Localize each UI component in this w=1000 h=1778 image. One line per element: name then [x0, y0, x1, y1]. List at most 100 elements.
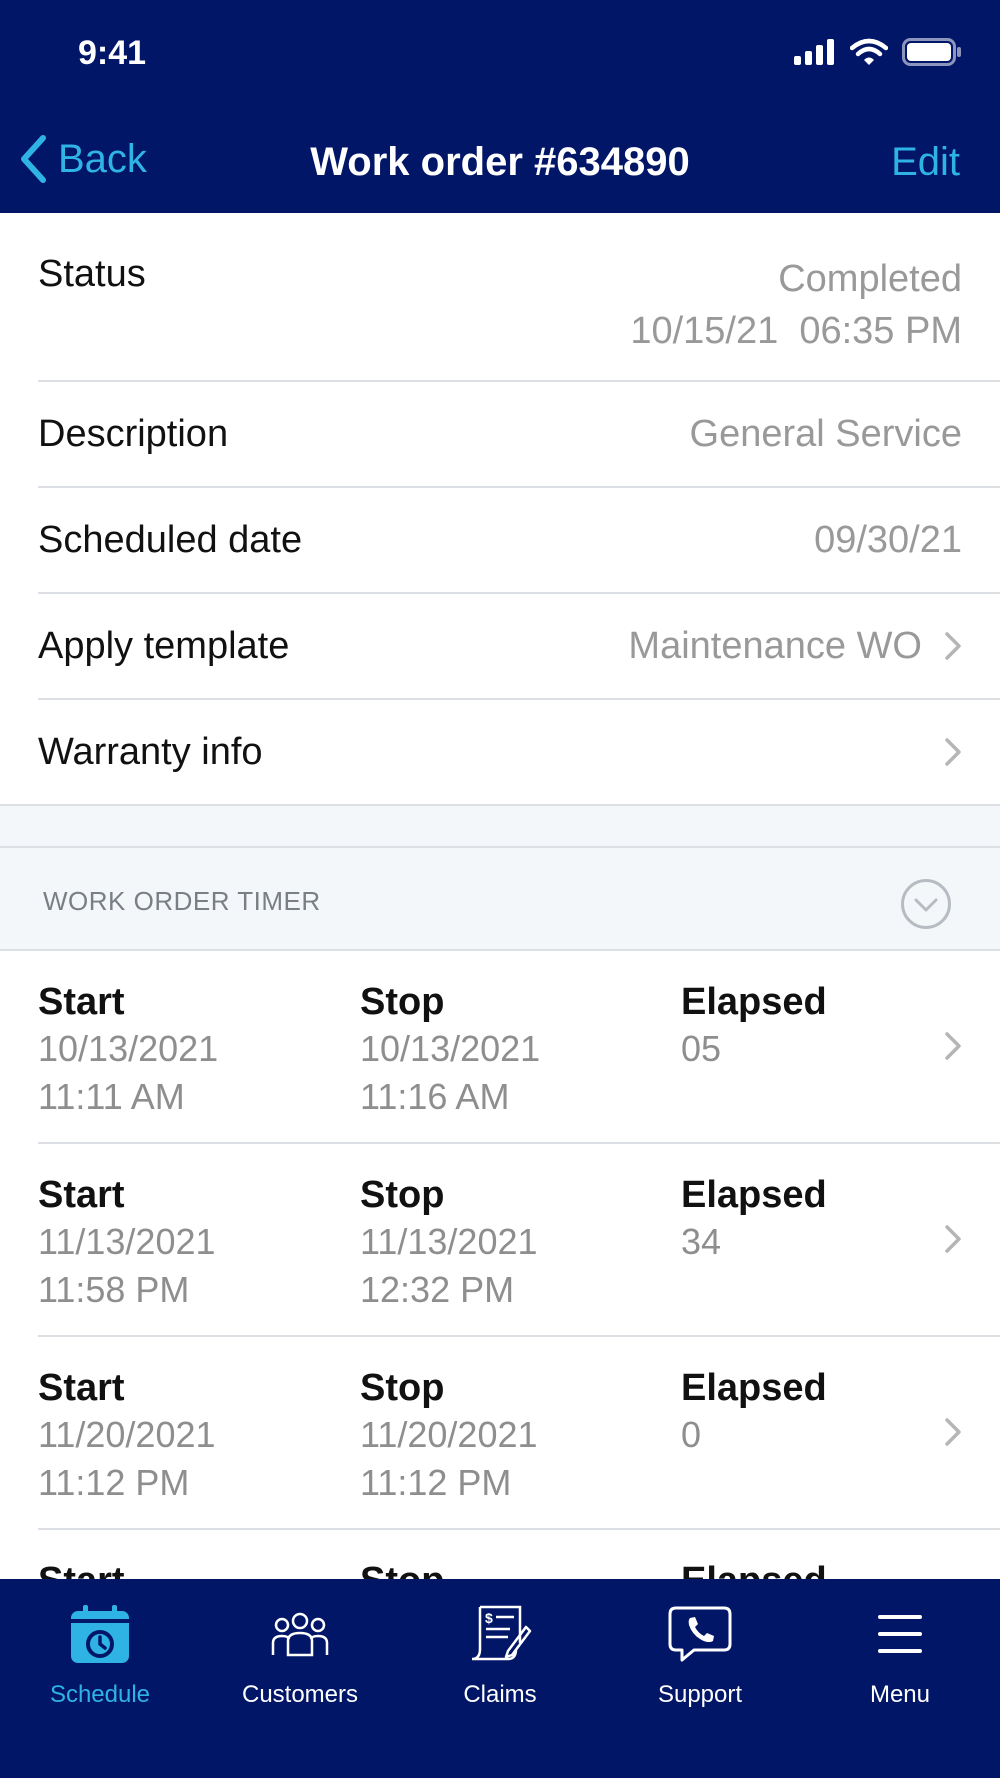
elapsed-heading: Elapsed [681, 1558, 827, 1579]
start-time: 11:11 AM [38, 1076, 185, 1117]
stop-time: 11:16 AM [360, 1076, 510, 1117]
apply-template-value-group: Maintenance WO [628, 625, 962, 668]
apply-template-value: Maintenance WO [628, 624, 922, 667]
scheduled-date-row: Scheduled date 09/30/21 [38, 488, 1000, 594]
stop-heading: Stop [360, 1367, 445, 1409]
stop-date: 10/13/2021 [360, 1028, 541, 1069]
hamburger-menu-icon [800, 1599, 1000, 1669]
people-icon [200, 1599, 400, 1669]
start-heading: Start [38, 1558, 125, 1579]
tab-label: Schedule [49, 1681, 151, 1708]
bottom-tab-bar: Schedule Customers $ Claims Support Menu [0, 1579, 1000, 1778]
warranty-info-row[interactable]: Warranty info [0, 700, 1000, 806]
stop-time: 12:32 PM [360, 1269, 515, 1310]
start-column: Start 10/13/2021 11:11 AM [38, 979, 218, 1121]
timer-entry[interactable]: Start Stop Elapsed [38, 1530, 1000, 1579]
stop-time: 11:12 PM [360, 1462, 512, 1503]
apply-template-label: Apply template [38, 624, 290, 667]
warranty-info-label: Warranty info [38, 730, 263, 773]
work-order-details: Status Completed 10/15/21 06:35 PM Descr… [0, 213, 1000, 806]
stop-date: 11/13/2021 [360, 1221, 538, 1262]
tab-label: Menu [869, 1681, 931, 1708]
stop-column: Stop 11/20/2021 11:12 PM [360, 1365, 538, 1507]
edit-button[interactable]: Edit [891, 140, 960, 185]
elapsed-column: Elapsed 34 [681, 1172, 827, 1266]
stop-date: 11/20/2021 [360, 1414, 538, 1455]
elapsed-value: 05 [681, 1028, 722, 1069]
signal-icon [794, 39, 834, 65]
scheduled-date-label: Scheduled date [38, 518, 303, 561]
start-heading: Start [38, 981, 125, 1023]
elapsed-value: 0 [681, 1414, 702, 1455]
elapsed-column: Elapsed 0 [681, 1365, 827, 1459]
stop-heading: Stop [360, 1174, 445, 1216]
tab-label: Support [657, 1681, 743, 1708]
status-bar: 9:41 [0, 0, 1000, 100]
stop-column: Stop 10/13/2021 11:16 AM [360, 979, 540, 1121]
stop-heading: Stop [360, 1558, 444, 1579]
timer-section-header[interactable]: WORK ORDER TIMER [0, 846, 1000, 951]
tab-label: Claims [463, 1681, 537, 1708]
timer-entry[interactable]: Start 11/20/2021 11:12 PM Stop 11/20/202… [38, 1337, 1000, 1530]
start-heading: Start [38, 1367, 125, 1409]
timer-list: Start 10/13/2021 11:11 AM Stop 10/13/202… [0, 951, 1000, 1579]
stop-column: Stop 11/13/2021 12:32 PM [360, 1172, 538, 1314]
chevron-left-icon [21, 135, 46, 183]
description-value: General Service [689, 412, 962, 455]
tab-menu[interactable]: Menu [800, 1599, 1000, 1709]
page-title: Work order #634890 [310, 140, 690, 184]
status-value: Completed [778, 258, 962, 300]
section-spacer [0, 806, 1000, 846]
scheduled-date-value: 09/30/21 [814, 518, 962, 561]
start-heading: Start [38, 1174, 125, 1216]
start-time: 11:58 PM [38, 1269, 190, 1310]
status-value-group: Completed 10/15/21 06:35 PM [630, 253, 962, 357]
elapsed-heading: Elapsed [681, 981, 827, 1023]
elapsed-heading: Elapsed [681, 1174, 827, 1216]
elapsed-value: 34 [681, 1221, 722, 1262]
chevron-right-icon [945, 632, 961, 660]
chevron-right-icon [945, 738, 961, 766]
status-label: Status [38, 253, 146, 295]
svg-text:$: $ [485, 1610, 493, 1626]
claim-document-icon: $ [400, 1599, 600, 1669]
status-row: Status Completed 10/15/21 06:35 PM [38, 213, 1000, 382]
status-datetime: 10/15/21 06:35 PM [630, 310, 962, 352]
app-header: 9:41 Back Work order #634890 Edit [0, 0, 1000, 213]
tab-schedule[interactable]: Schedule [0, 1599, 200, 1709]
stop-column: Stop [360, 1558, 444, 1579]
nav-bar: Back Work order #634890 Edit [0, 110, 1000, 210]
collapse-toggle-icon[interactable] [900, 878, 952, 930]
back-button[interactable]: Back [18, 134, 147, 184]
apply-template-row[interactable]: Apply template Maintenance WO [38, 594, 1000, 700]
elapsed-heading: Elapsed [681, 1367, 827, 1409]
start-column: Start 11/20/2021 11:12 PM [38, 1365, 216, 1507]
stop-heading: Stop [360, 981, 445, 1023]
start-time: 11:12 PM [38, 1462, 190, 1503]
status-icons [794, 38, 962, 66]
start-date: 11/13/2021 [38, 1221, 216, 1262]
chevron-right-icon [945, 1225, 961, 1253]
elapsed-column: Elapsed 05 [681, 979, 827, 1073]
start-column: Start [38, 1558, 125, 1579]
timer-section-title: WORK ORDER TIMER [43, 886, 321, 916]
tab-label: Customers [241, 1681, 359, 1708]
timer-entry[interactable]: Start 11/13/2021 11:58 PM Stop 11/13/202… [38, 1144, 1000, 1337]
chevron-right-icon [945, 1418, 961, 1446]
status-clock: 9:41 [78, 34, 147, 72]
start-date: 11/20/2021 [38, 1414, 216, 1455]
tab-claims[interactable]: $ Claims [400, 1599, 600, 1709]
start-date: 10/13/2021 [38, 1028, 219, 1069]
calendar-clock-icon [0, 1599, 200, 1669]
elapsed-column: Elapsed [681, 1558, 827, 1579]
back-label: Back [58, 136, 147, 181]
start-column: Start 11/13/2021 11:58 PM [38, 1172, 216, 1314]
timer-entry[interactable]: Start 10/13/2021 11:11 AM Stop 10/13/202… [38, 951, 1000, 1144]
phone-chat-icon [600, 1599, 800, 1669]
wifi-icon [850, 38, 888, 65]
tab-support[interactable]: Support [600, 1599, 800, 1709]
description-row: Description General Service [38, 382, 1000, 488]
description-label: Description [38, 412, 229, 455]
battery-icon [902, 38, 961, 66]
tab-customers[interactable]: Customers [200, 1599, 400, 1709]
